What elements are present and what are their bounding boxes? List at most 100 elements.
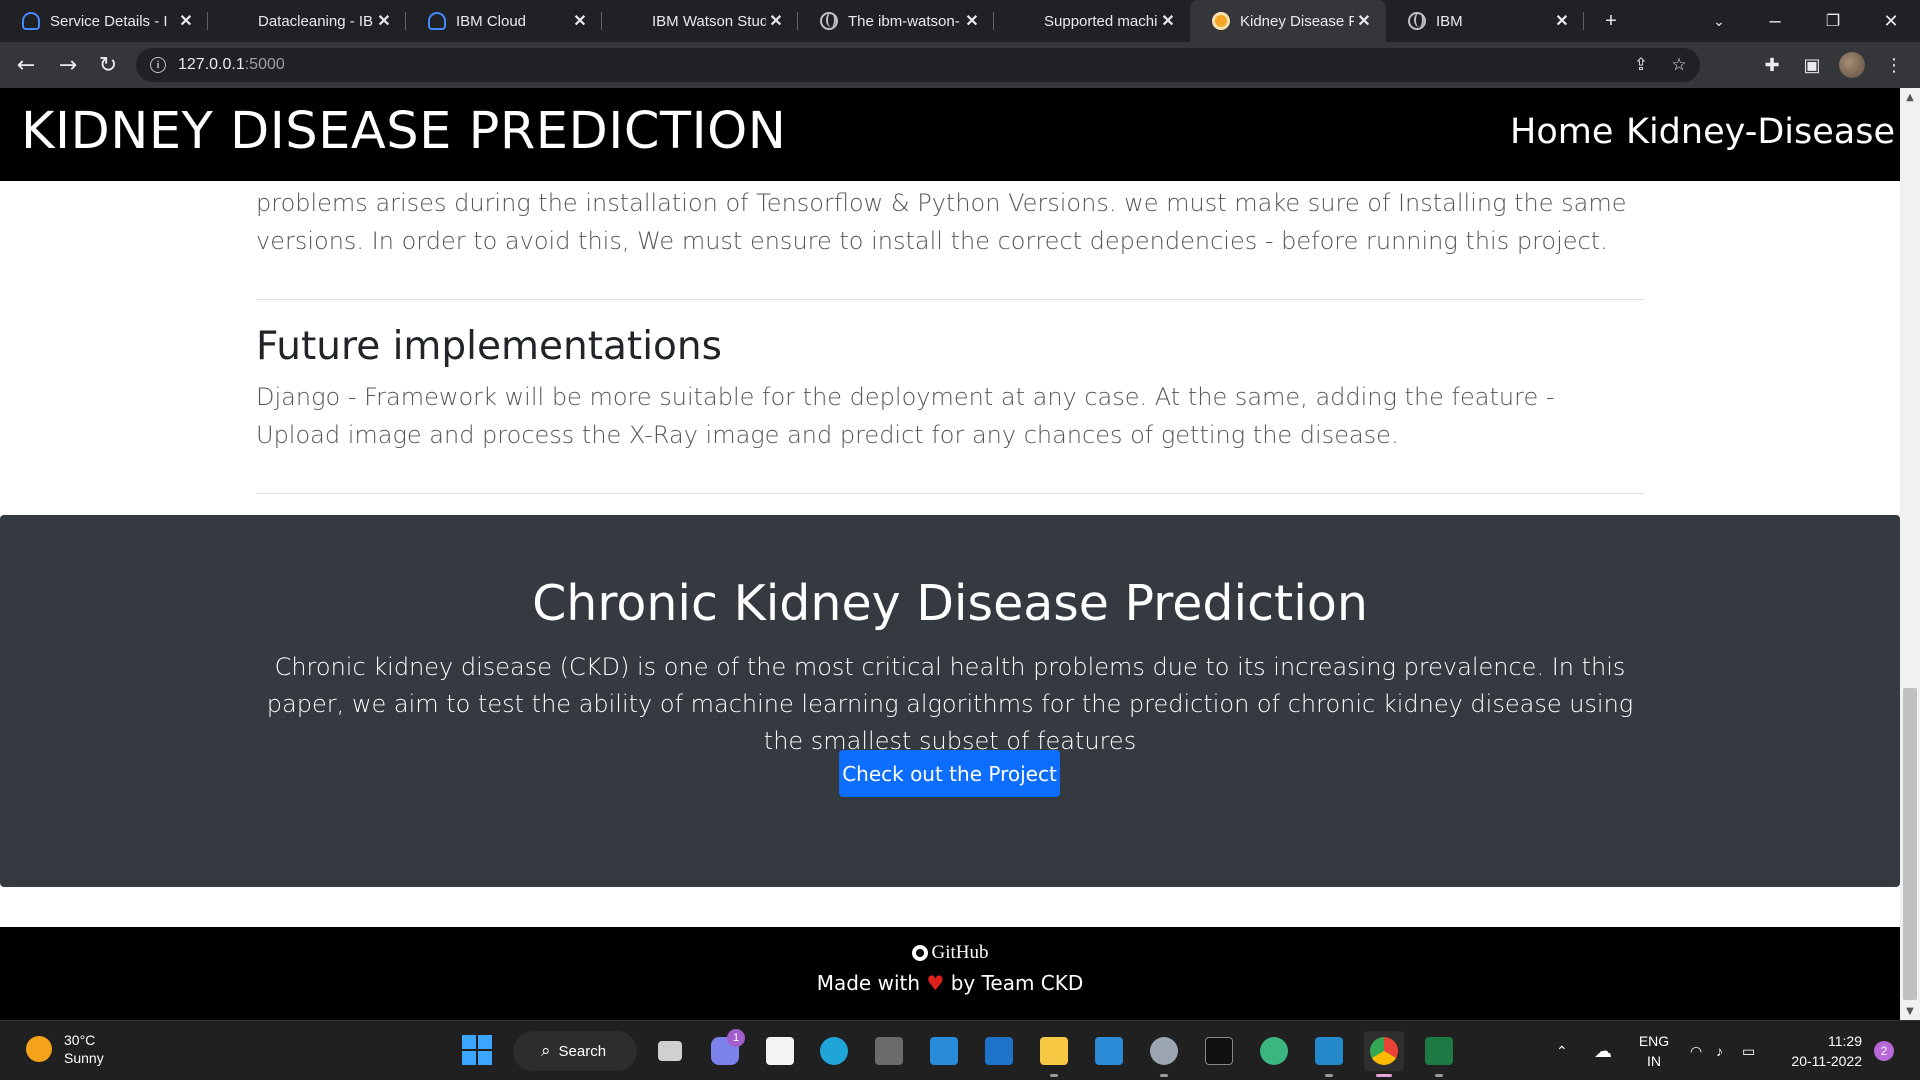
language-indicator[interactable]: ENG IN bbox=[1636, 1031, 1672, 1071]
close-icon[interactable]: ✕ bbox=[1158, 11, 1178, 31]
running-indicator bbox=[1160, 1074, 1168, 1077]
file-explorer-icon[interactable] bbox=[1034, 1031, 1074, 1077]
globe-icon bbox=[820, 12, 838, 30]
vscode-icon[interactable] bbox=[1309, 1031, 1349, 1077]
command-prompt-icon[interactable] bbox=[1199, 1031, 1239, 1071]
github-link[interactable]: GitHub bbox=[0, 942, 1900, 964]
tab-title: The ibm-watson- bbox=[848, 12, 960, 30]
start-button-windows-icon[interactable] bbox=[462, 1035, 492, 1065]
onedrive-cloud-icon[interactable]: ☁ bbox=[1594, 1021, 1612, 1080]
running-indicator bbox=[1050, 1074, 1058, 1077]
url-port: :5000 bbox=[244, 56, 285, 73]
tab-supported-machines[interactable]: Supported machi ✕ bbox=[994, 0, 1190, 42]
tab-title: Kidney Disease Pr bbox=[1240, 12, 1354, 30]
calculator-app-icon[interactable] bbox=[924, 1031, 964, 1071]
browser-tab-strip: Service Details - I ✕ Datacleaning - IBI… bbox=[0, 0, 1920, 42]
back-arrow-icon[interactable]: ← bbox=[10, 49, 42, 81]
close-icon[interactable]: ✕ bbox=[570, 11, 590, 31]
tray-overflow-chevron-icon[interactable]: ⌃ bbox=[1556, 1021, 1568, 1080]
heart-icon: ♥ bbox=[926, 971, 945, 995]
close-icon[interactable]: ✕ bbox=[374, 11, 394, 31]
browser-toolbar: ← → ↻ i 127.0.0.1:5000 ⇪ ☆ ✚ ▣ ⋮ bbox=[0, 42, 1920, 88]
chat-badge: 1 bbox=[727, 1029, 745, 1047]
tab-ibm-cloud[interactable]: IBM Cloud ✕ bbox=[406, 0, 602, 42]
kidney-favicon-icon bbox=[1212, 12, 1230, 30]
tab-title: IBM bbox=[1436, 12, 1463, 30]
tab-search-chevron-icon[interactable]: ⌄ bbox=[1696, 0, 1742, 42]
microsoft-store-icon[interactable] bbox=[760, 1031, 800, 1071]
ibm-cloud-icon bbox=[22, 12, 40, 30]
made-with-credit: Made with ♥ by Team CKD bbox=[0, 971, 1900, 995]
tab-ibm[interactable]: IBM ✕ bbox=[1386, 0, 1584, 42]
volume-icon[interactable]: ♪ bbox=[1716, 1021, 1723, 1080]
tab-title: Datacleaning - IBI bbox=[258, 12, 374, 30]
tab-kidney-disease[interactable]: Kidney Disease Pr ✕ bbox=[1190, 0, 1386, 42]
terminal-icon[interactable] bbox=[869, 1031, 909, 1071]
taskbar-search-button[interactable]: ⌕ Search bbox=[513, 1031, 637, 1071]
clock-date: 20-11-2022 bbox=[1791, 1053, 1862, 1069]
forward-arrow-icon[interactable]: → bbox=[52, 49, 84, 81]
scrollbar-thumb[interactable] bbox=[1903, 688, 1917, 1000]
tab-datacleaning[interactable]: Datacleaning - IBI ✕ bbox=[208, 0, 406, 42]
notes-app-icon[interactable] bbox=[979, 1031, 1019, 1071]
excel-icon[interactable] bbox=[1419, 1031, 1459, 1077]
chrome-icon[interactable] bbox=[1364, 1031, 1404, 1077]
restore-icon[interactable]: ❐ bbox=[1810, 0, 1856, 42]
blank-favicon-icon bbox=[1016, 12, 1034, 30]
system-clock[interactable]: 11:29 20-11-2022 bbox=[1786, 1031, 1862, 1071]
notification-center-badge[interactable]: 2 bbox=[1874, 1041, 1894, 1061]
running-indicator bbox=[1435, 1074, 1443, 1077]
hero-section: Chronic Kidney Disease Prediction Chroni… bbox=[0, 515, 1900, 887]
extensions-puzzle-icon[interactable]: ✚ bbox=[1756, 49, 1788, 81]
address-bar[interactable]: i 127.0.0.1:5000 ⇪ ☆ bbox=[136, 48, 1700, 82]
page-scrollbar[interactable]: ▲ ▼ bbox=[1900, 88, 1920, 1020]
blank-favicon-icon bbox=[230, 12, 248, 30]
share-icon[interactable]: ⇪ bbox=[1626, 48, 1656, 82]
scroll-down-arrow-icon[interactable]: ▼ bbox=[1900, 1002, 1920, 1020]
weather-widget[interactable]: 30°C Sunny bbox=[26, 1031, 104, 1067]
nav-link-home[interactable]: Home bbox=[1510, 112, 1613, 152]
made-with-prefix: Made with bbox=[816, 971, 921, 995]
tab-ibm-watson-studio[interactable]: IBM Watson Stud ✕ bbox=[602, 0, 798, 42]
atom-app-icon[interactable] bbox=[1254, 1031, 1294, 1071]
mail-icon[interactable] bbox=[1089, 1031, 1129, 1071]
close-icon[interactable]: ✕ bbox=[1552, 11, 1572, 31]
section-divider bbox=[256, 493, 1644, 494]
tab-title: IBM Watson Stud bbox=[652, 12, 766, 30]
settings-gear-icon[interactable] bbox=[1144, 1031, 1184, 1077]
close-icon[interactable]: ✕ bbox=[176, 11, 196, 31]
teams-chat-icon[interactable]: 1 bbox=[705, 1029, 745, 1071]
battery-icon[interactable]: ▭ bbox=[1742, 1021, 1755, 1080]
window-close-icon[interactable]: ✕ bbox=[1868, 0, 1914, 42]
scroll-up-arrow-icon[interactable]: ▲ bbox=[1900, 88, 1920, 106]
nav-link-kidney-disease[interactable]: Kidney-Disease bbox=[1626, 112, 1895, 152]
tab-title: IBM Cloud bbox=[456, 12, 527, 30]
site-header: KIDNEY DISEASE PREDICTION Home Kidney-Di… bbox=[0, 88, 1900, 181]
reload-icon[interactable]: ↻ bbox=[92, 49, 124, 81]
running-indicator bbox=[1325, 1074, 1333, 1077]
minimize-icon[interactable]: – bbox=[1752, 0, 1798, 42]
tab-service-details[interactable]: Service Details - I ✕ bbox=[0, 0, 208, 42]
close-icon[interactable]: ✕ bbox=[1354, 11, 1374, 31]
bookmark-star-icon[interactable]: ☆ bbox=[1664, 48, 1694, 82]
chrome-menu-icon[interactable]: ⋮ bbox=[1878, 49, 1910, 81]
language-code: ENG bbox=[1638, 1033, 1670, 1049]
task-view-icon[interactable] bbox=[650, 1031, 690, 1071]
site-footer: GitHub Made with ♥ by Team CKD bbox=[0, 927, 1900, 1020]
profile-avatar[interactable] bbox=[1836, 49, 1868, 81]
close-icon[interactable]: ✕ bbox=[962, 11, 982, 31]
github-label: GitHub bbox=[931, 942, 989, 963]
new-tab-button[interactable]: + bbox=[1588, 0, 1634, 42]
side-panel-icon[interactable]: ▣ bbox=[1796, 49, 1828, 81]
check-out-project-button[interactable]: Check out the Project bbox=[839, 750, 1060, 797]
site-title[interactable]: KIDNEY DISEASE PREDICTION bbox=[21, 102, 786, 161]
tab-ibm-watson-github[interactable]: The ibm-watson- ✕ bbox=[798, 0, 994, 42]
ibm-cloud-icon bbox=[428, 12, 446, 30]
prior-paragraph: problems arises during the installation … bbox=[256, 189, 1627, 255]
github-icon bbox=[911, 945, 928, 961]
site-info-icon[interactable]: i bbox=[150, 57, 166, 73]
edge-browser-icon[interactable] bbox=[814, 1031, 854, 1071]
close-icon[interactable]: ✕ bbox=[766, 11, 786, 31]
tab-separator bbox=[1583, 12, 1584, 30]
wifi-icon[interactable]: ◠ bbox=[1690, 1021, 1702, 1080]
